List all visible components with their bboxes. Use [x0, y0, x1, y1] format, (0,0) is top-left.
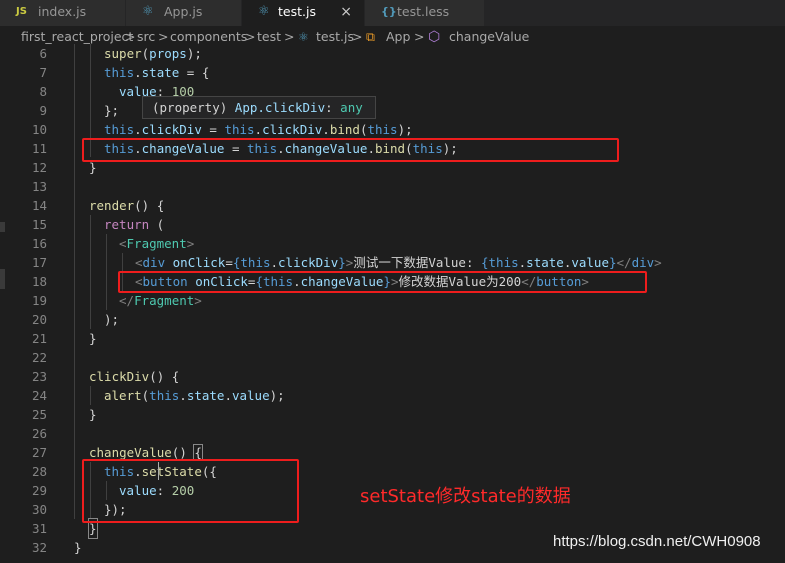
code-text: this.state = { [104, 65, 210, 80]
line-number: 29 [31, 483, 47, 498]
tab-test-js[interactable]: ⚛ test.js × [242, 0, 365, 26]
line-number: 12 [31, 160, 47, 175]
code-text: return ( [104, 217, 165, 232]
line-number: 14 [31, 198, 47, 213]
code-editor[interactable]: 6 super(props); 7 this.state = { 8 value… [0, 44, 785, 563]
line-number: 8 [39, 84, 47, 99]
highlight-box [118, 271, 647, 293]
watermark: https://blog.csdn.net/CWH0908 [553, 533, 761, 550]
less-file-icon: {} [381, 5, 397, 18]
code-line: 20 ); [0, 310, 785, 329]
code-text: render() { [89, 198, 165, 213]
code-line: 17 <div onClick={this.clickDiv}>测试一下数据Va… [0, 253, 785, 272]
line-number: 11 [31, 141, 47, 156]
react-file-icon: ⚛ [142, 4, 154, 19]
code-line: 19 </Fragment> [0, 291, 785, 310]
tooltip-type: any [340, 100, 363, 115]
line-number: 22 [31, 350, 47, 365]
code-text: </Fragment> [119, 293, 202, 308]
line-number: 30 [31, 502, 47, 517]
code-line: 21 } [0, 329, 785, 348]
code-line: 25 } [0, 405, 785, 424]
code-line: 15 return ( [0, 215, 785, 234]
tooltip-kind: (property) [152, 100, 228, 115]
code-text: }; [104, 103, 120, 118]
tab-label: test.less [397, 4, 450, 19]
tab-index-js[interactable]: JS index.js [0, 0, 126, 26]
line-number: 18 [31, 274, 47, 289]
code-text: } [89, 407, 97, 422]
line-number: 13 [31, 179, 47, 194]
line-number: 16 [31, 236, 47, 251]
code-line: 22 [0, 348, 785, 367]
line-number: 15 [31, 217, 47, 232]
highlight-box [82, 459, 299, 523]
annotation-text: setState修改state的数据 [360, 486, 571, 507]
code-line: 24 alert(this.state.value); [0, 386, 785, 405]
code-text: <Fragment> [119, 236, 195, 251]
line-number: 24 [31, 388, 47, 403]
code-line: 8 value: 100 [0, 82, 785, 101]
line-number: 26 [31, 426, 47, 441]
line-number: 6 [39, 46, 47, 61]
line-number: 28 [31, 464, 47, 479]
matching-bracket: { [193, 444, 203, 461]
line-number: 23 [31, 369, 47, 384]
code-line: 9 }; [0, 101, 785, 120]
line-number: 21 [31, 331, 47, 346]
line-number: 20 [31, 312, 47, 327]
code-line: 7 this.state = { [0, 63, 785, 82]
tab-app-js[interactable]: ⚛ App.js [126, 0, 242, 26]
line-number: 9 [39, 103, 47, 118]
code-line: 26 [0, 424, 785, 443]
code-text: this.clickDiv = this.clickDiv.bind(this)… [104, 122, 413, 137]
tab-label: App.js [164, 4, 203, 19]
js-file-icon: JS [16, 6, 27, 17]
highlight-box [82, 138, 619, 162]
hover-tooltip: (property) App.clickDiv: any [142, 96, 376, 119]
line-number: 17 [31, 255, 47, 270]
line-number: 32 [31, 540, 47, 555]
code-text: alert(this.state.value); [104, 388, 285, 403]
code-line: 13 [0, 177, 785, 196]
line-number: 10 [31, 122, 47, 137]
code-text: ); [104, 312, 120, 327]
code-line: 14 render() { [0, 196, 785, 215]
code-line: 16 <Fragment> [0, 234, 785, 253]
code-text: } [89, 331, 97, 346]
tab-label: index.js [38, 4, 87, 19]
code-text: clickDiv() { [89, 369, 180, 384]
line-number: 19 [31, 293, 47, 308]
code-line: 6 super(props); [0, 44, 785, 63]
tab-test-less[interactable]: {} test.less [365, 0, 485, 26]
tooltip-name: App.clickDiv [234, 100, 326, 115]
line-number: 25 [31, 407, 47, 422]
close-icon[interactable]: × [340, 0, 352, 24]
code-text: super(props); [104, 46, 202, 61]
code-text: } [74, 540, 82, 555]
tab-label: test.js [278, 4, 316, 19]
code-line: 10 this.clickDiv = this.clickDiv.bind(th… [0, 120, 785, 139]
code-text: <div onClick={this.clickDiv}>测试一下数据Value… [135, 255, 662, 270]
line-number: 31 [31, 521, 47, 536]
tab-bar: JS index.js ⚛ App.js ⚛ test.js × {} test… [0, 0, 785, 26]
code-line: 23 clickDiv() { [0, 367, 785, 386]
line-number: 7 [39, 65, 47, 80]
line-number: 27 [31, 445, 47, 460]
react-file-icon: ⚛ [258, 4, 270, 19]
